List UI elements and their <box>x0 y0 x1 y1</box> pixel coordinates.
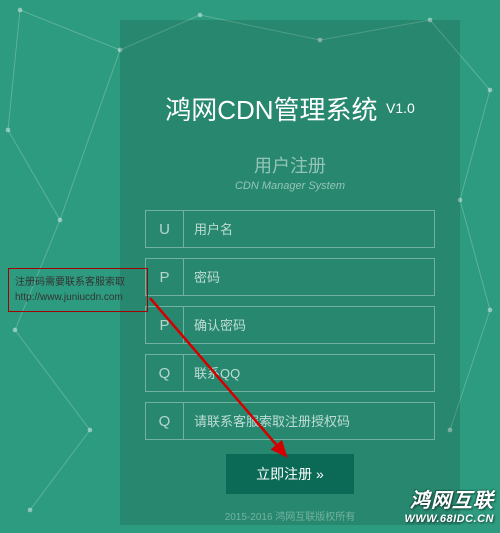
app-title: 鸿网CDN管理系统 <box>165 95 377 125</box>
password-field: P <box>145 258 435 296</box>
prefix-icon: U <box>146 211 184 247</box>
title-row: 鸿网CDN管理系统 V1.0 <box>145 90 435 127</box>
watermark: 鸿网互联 WWW.68IDC.CN <box>404 484 494 525</box>
username-field: U <box>145 210 435 248</box>
subtitle: 用户注册 CDN Manager System <box>145 152 435 192</box>
watermark-name: 鸿网互联 <box>404 484 494 513</box>
annotation-note: 注册码需要联系客服索取 http://www.juniucdn.com <box>8 268 148 312</box>
subtitle-cn: 用户注册 <box>145 152 435 178</box>
subtitle-en: CDN Manager System <box>145 180 435 192</box>
copyright-text: 2015-2016 鸿网互联版权所有 <box>145 508 435 523</box>
prefix-icon: P <box>146 259 184 295</box>
app-version: V1.0 <box>386 100 415 116</box>
note-link[interactable]: http://www.juniucdn.com <box>15 292 123 303</box>
username-input[interactable] <box>184 211 434 247</box>
annotation-arrow-icon <box>148 296 298 466</box>
watermark-url: WWW.68IDC.CN <box>404 513 494 525</box>
password-input[interactable] <box>184 259 434 295</box>
note-text: 注册码需要联系客服索取 <box>15 275 141 290</box>
